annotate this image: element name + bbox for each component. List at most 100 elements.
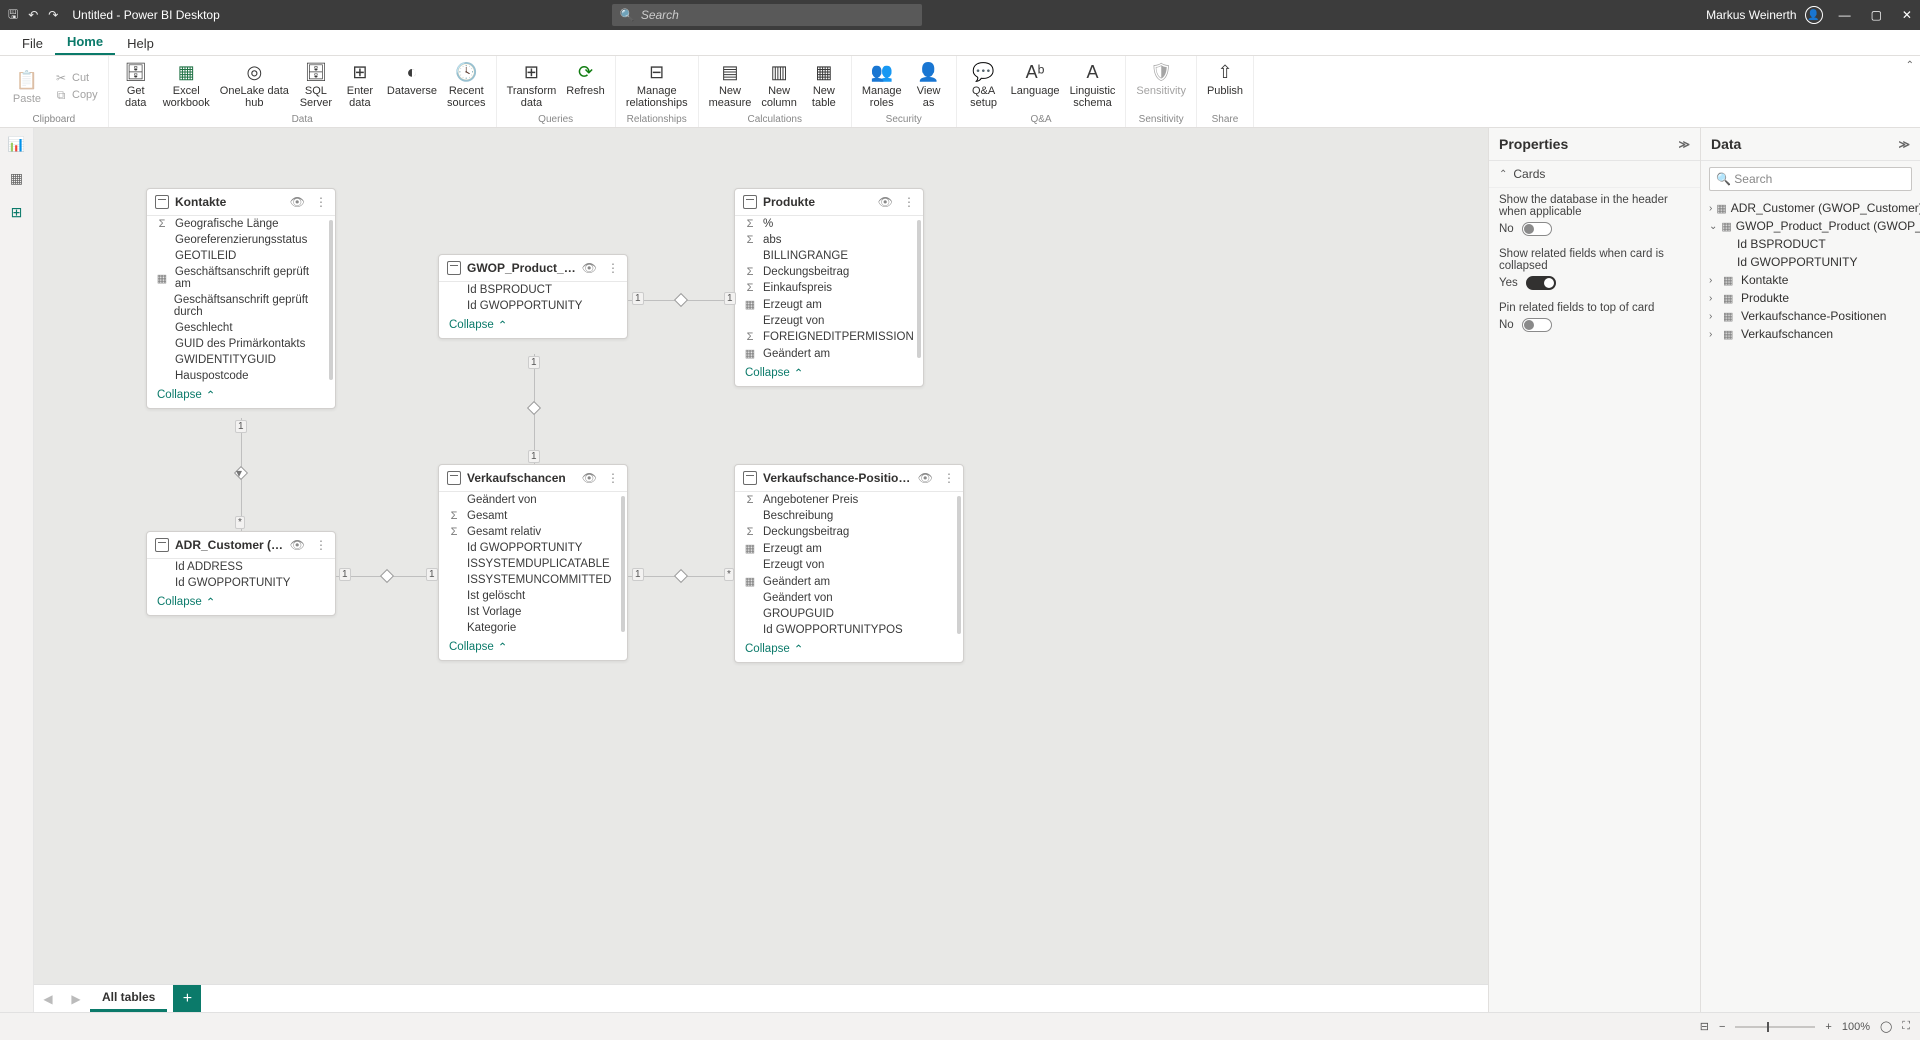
new-measure-button[interactable]: ▤New measure (705, 59, 756, 111)
field-row[interactable]: ▦Geschäftsanschrift geprüft am (147, 264, 335, 292)
field-row[interactable]: Id GWOPPORTUNITYPOS (735, 622, 963, 638)
field-row[interactable]: Geschäftsanschrift geprüft durch (147, 292, 335, 320)
field-row[interactable]: ▦Erzeugt am (735, 296, 923, 313)
field-row[interactable]: ΣGesamt relativ (439, 524, 627, 540)
table-card-produkte[interactable]: Produkte👁⋮ Σ%ΣabsBILLINGRANGEΣDeckungsbe… (734, 188, 924, 387)
eye-icon[interactable]: 👁 (290, 195, 305, 209)
field-row[interactable]: Erzeugt von (735, 313, 923, 329)
field-row[interactable]: ▦Geändert am (735, 345, 923, 362)
table-card-kontakte[interactable]: Kontakte👁⋮ ΣGeografische LängeGeoreferen… (146, 188, 336, 409)
field-row[interactable]: Σabs (735, 232, 923, 248)
eye-icon[interactable]: 👁 (290, 538, 305, 552)
field-row[interactable]: Beschreibung (735, 508, 963, 524)
data-table-row[interactable]: ⌄▦GWOP_Product_Product (GWOP_Product) (1707, 217, 1914, 235)
publish-button[interactable]: ⇧Publish (1203, 59, 1247, 99)
manage-roles-button[interactable]: 👥Manage roles (858, 59, 906, 111)
collapse-pane-icon[interactable]: ≫ (1898, 138, 1910, 151)
sensitivity-button[interactable]: 🛡Sensitivity (1132, 59, 1190, 99)
recent-sources-button[interactable]: 🕓Recent sources (443, 59, 490, 111)
view-as-button[interactable]: 👤View as (908, 59, 950, 111)
data-table-row[interactable]: ›▦Produkte (1707, 289, 1914, 307)
zoom-slider[interactable] (1735, 1026, 1815, 1028)
user-area[interactable]: Markus Weinerth 👤 (1706, 6, 1822, 24)
dataverse-button[interactable]: ◐Dataverse (383, 59, 441, 99)
redo-icon[interactable]: ↷ (48, 8, 58, 22)
refresh-button[interactable]: ⟳Refresh (562, 59, 609, 99)
field-row[interactable]: Georeferenzierungsstatus (147, 232, 335, 248)
get-data-button[interactable]: 🗄Get data (115, 59, 157, 111)
paste-button[interactable]: 📋Paste (6, 67, 48, 107)
qa-setup-button[interactable]: 💬Q&A setup (963, 59, 1005, 111)
excel-button[interactable]: ▦Excel workbook (159, 59, 214, 111)
more-icon[interactable]: ⋮ (903, 195, 915, 209)
field-row[interactable]: ▦Geändert am (735, 573, 963, 590)
data-search[interactable]: 🔍 Search (1709, 167, 1912, 191)
collapse-ribbon-icon[interactable]: ⌃ (1906, 60, 1914, 71)
add-tab-button[interactable]: + (173, 985, 201, 1013)
report-view-icon[interactable]: 📊 (7, 134, 27, 154)
toggle-show-related[interactable]: Yes (1499, 276, 1690, 290)
field-row[interactable]: Ist gelöscht (439, 588, 627, 604)
field-row[interactable]: ISSYSTEMUNCOMMITTED (439, 572, 627, 588)
sql-button[interactable]: 🗄SQL Server (295, 59, 337, 111)
tab-all-tables[interactable]: All tables (90, 985, 167, 1012)
field-row[interactable]: Id ADDRESS (147, 559, 335, 575)
data-table-row[interactable]: ›▦Verkaufschance-Positionen (1707, 307, 1914, 325)
menu-help[interactable]: Help (115, 32, 166, 55)
tab-prev-icon[interactable]: ◀ (34, 985, 62, 1013)
data-field-row[interactable]: Id BSPRODUCT (1707, 235, 1914, 253)
field-row[interactable]: ΣEinkaufspreis (735, 280, 923, 296)
toggle-pin-related[interactable]: No (1499, 318, 1690, 332)
data-table-row[interactable]: ›▦Kontakte (1707, 271, 1914, 289)
fit-page-icon[interactable]: ◯ (1880, 1020, 1892, 1033)
zoom-out-icon[interactable]: − (1719, 1021, 1725, 1033)
collapse-link[interactable]: Collapse ⌃ (147, 384, 335, 408)
close-icon[interactable]: ✕ (1902, 8, 1912, 22)
field-row[interactable]: ΣDeckungsbeitrag (735, 264, 923, 280)
field-row[interactable]: ΣGesamt (439, 508, 627, 524)
menu-file[interactable]: File (10, 32, 55, 55)
table-card-verkaufschance-positionen[interactable]: Verkaufschance-Positionen👁⋮ ΣAngebotener… (734, 464, 964, 663)
collapse-pane-icon[interactable]: ≫ (1678, 138, 1690, 151)
new-table-button[interactable]: ▦New table (803, 59, 845, 111)
eye-icon[interactable]: 👁 (918, 471, 933, 485)
field-row[interactable]: Geschlecht (147, 320, 335, 336)
collapse-link[interactable]: Collapse ⌃ (439, 314, 627, 338)
tab-next-icon[interactable]: ▶ (62, 985, 90, 1013)
field-row[interactable]: ΣAngebotener Preis (735, 492, 963, 508)
data-table-row[interactable]: ›▦ADR_Customer (GWOP_Customer) (1707, 199, 1914, 217)
save-icon[interactable]: 🖫 (8, 5, 18, 26)
field-row[interactable]: Id GWOPPORTUNITY (147, 575, 335, 591)
menu-home[interactable]: Home (55, 30, 115, 55)
field-row[interactable]: ΣGeografische Länge (147, 216, 335, 232)
field-row[interactable]: Erzeugt von (735, 557, 963, 573)
field-row[interactable]: GROUPGUID (735, 606, 963, 622)
data-view-icon[interactable]: ▦ (7, 168, 27, 188)
undo-icon[interactable]: ↶ (28, 8, 38, 22)
model-view-icon[interactable]: ⊞ (7, 202, 27, 222)
collapse-link[interactable]: Collapse ⌃ (735, 638, 963, 662)
cut-button[interactable]: ✂Cut (50, 70, 102, 86)
fullscreen-icon[interactable]: ⛶ (1902, 1020, 1910, 1033)
table-card-verkaufschancen[interactable]: Verkaufschancen👁⋮ Geändert vonΣGesamtΣGe… (438, 464, 628, 661)
data-field-row[interactable]: Id GWOPPORTUNITY (1707, 253, 1914, 271)
zoom-pages-icon[interactable]: ⊟ (1700, 1020, 1709, 1033)
field-row[interactable]: ▦Erzeugt am (735, 540, 963, 557)
new-column-button[interactable]: ▥New column (757, 59, 800, 111)
more-icon[interactable]: ⋮ (607, 261, 619, 275)
collapse-link[interactable]: Collapse ⌃ (439, 636, 627, 660)
eye-icon[interactable]: 👁 (878, 195, 893, 209)
language-button[interactable]: AᵇLanguage (1007, 59, 1064, 99)
more-icon[interactable]: ⋮ (943, 471, 955, 485)
field-row[interactable]: Σ% (735, 216, 923, 232)
field-row[interactable]: ISSYSTEMDUPLICATABLE (439, 556, 627, 572)
table-card-adr-customer[interactable]: ADR_Customer (GWO...👁⋮ Id ADDRESSId GWOP… (146, 531, 336, 616)
global-search[interactable]: 🔍 Search (612, 4, 922, 26)
field-row[interactable]: Id BSPRODUCT (439, 282, 627, 298)
toggle-show-db[interactable]: No (1499, 222, 1690, 236)
more-icon[interactable]: ⋮ (607, 471, 619, 485)
collapse-link[interactable]: Collapse ⌃ (735, 362, 923, 386)
field-row[interactable]: ΣDeckungsbeitrag (735, 524, 963, 540)
more-icon[interactable]: ⋮ (315, 195, 327, 209)
zoom-in-icon[interactable]: + (1825, 1021, 1831, 1033)
